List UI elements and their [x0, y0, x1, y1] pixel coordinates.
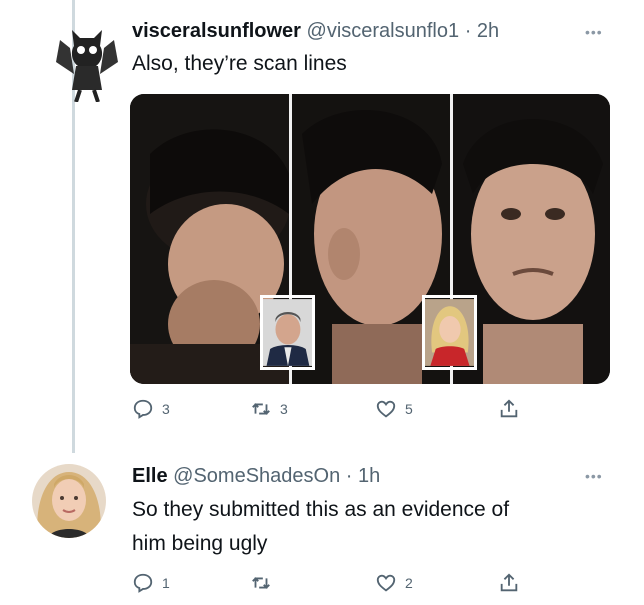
separator: ·: [464, 20, 472, 42]
reply-count: 3: [162, 401, 170, 417]
share-button[interactable]: [498, 398, 520, 420]
reply-button[interactable]: 3: [132, 398, 170, 420]
tweet-1-actions: 3 3 5: [132, 398, 532, 424]
handle[interactable]: @visceralsunflo1: [307, 20, 460, 42]
reply-icon: [133, 573, 153, 593]
tweet-text-line-1: So they submitted this as an evidence of: [132, 498, 510, 521]
like-count: 5: [405, 401, 413, 417]
display-name[interactable]: Elle: [132, 465, 168, 487]
like-icon: [376, 400, 396, 418]
like-button[interactable]: 2: [375, 572, 413, 594]
like-icon: [376, 574, 396, 592]
tweet-1-header: visceralsunflower @visceralsunflo1 · 2h: [132, 20, 499, 43]
tweet-text: Also, they’re scan lines: [132, 52, 347, 75]
tweet-2-header: Elle @SomeShadesOn · 1h: [132, 465, 380, 488]
like-count: 2: [405, 575, 413, 591]
inset-photo-woman: [422, 295, 477, 370]
share-button[interactable]: [498, 572, 520, 594]
handle[interactable]: @SomeShadesOn: [173, 465, 340, 487]
separator: ·: [345, 465, 353, 487]
reply-button[interactable]: 1: [132, 572, 170, 594]
tweet-media[interactable]: [130, 94, 610, 384]
like-button[interactable]: 5: [375, 398, 413, 420]
tweet-2-actions: 1 2: [132, 572, 532, 598]
retweet-button[interactable]: 3: [250, 398, 288, 420]
reply-count: 1: [162, 575, 170, 591]
timestamp[interactable]: 1h: [358, 465, 380, 487]
display-name[interactable]: visceralsunflower: [132, 20, 301, 42]
more-dots-icon[interactable]: •••: [585, 24, 603, 40]
reply-icon: [133, 399, 153, 419]
author-avatar-2[interactable]: [32, 464, 106, 538]
retweet-icon: [252, 403, 270, 415]
timestamp[interactable]: 2h: [477, 20, 499, 42]
author-avatar-1[interactable]: [50, 18, 124, 102]
retweet-button[interactable]: [250, 572, 280, 594]
retweet-count: 3: [280, 401, 288, 417]
inset-photo-man: [260, 295, 315, 370]
more-dots-icon[interactable]: •••: [585, 468, 603, 484]
tweet-text-line-2: him being ugly: [132, 532, 268, 555]
share-icon: [500, 573, 518, 592]
retweet-icon: [252, 577, 270, 589]
share-icon: [500, 399, 518, 418]
